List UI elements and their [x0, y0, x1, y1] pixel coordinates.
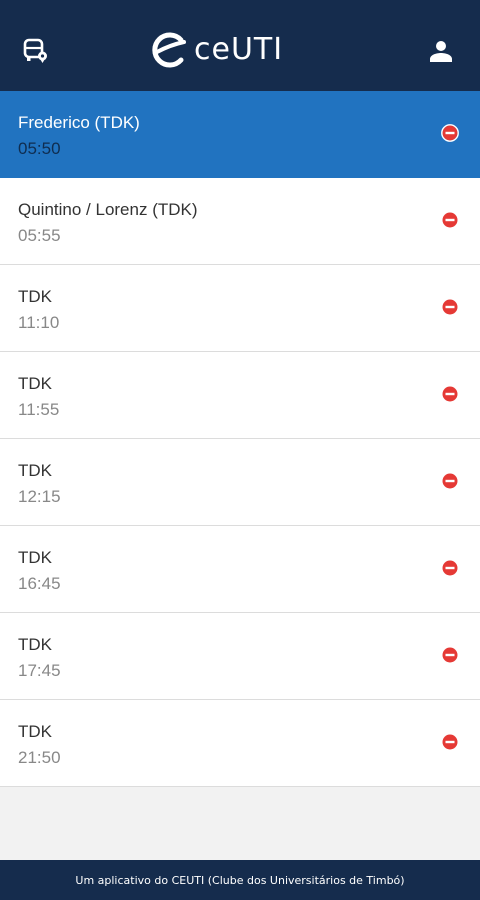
ceuti-logo-mark-icon — [152, 32, 186, 68]
brand-name: ceUTI — [194, 32, 284, 67]
trip-row[interactable]: Quintino / Lorenz (TDK) 05:55 — [0, 178, 480, 265]
remove-trip-button[interactable] — [441, 733, 459, 751]
remove-trip-button[interactable] — [441, 298, 459, 316]
trip-row[interactable]: TDK 12:15 — [0, 439, 480, 526]
trip-route: Quintino / Lorenz (TDK) — [18, 200, 198, 219]
trip-route: TDK — [18, 548, 52, 567]
bus-location-button[interactable] — [20, 35, 52, 67]
remove-trip-button[interactable] — [441, 559, 459, 577]
app-footer: Um aplicativo do CEUTI (Clube dos Univer… — [0, 860, 480, 900]
bus-marker-icon — [23, 38, 47, 63]
user-icon — [430, 41, 452, 62]
remove-circle-icon — [442, 386, 458, 402]
app-header: ceUTI — [0, 0, 480, 91]
trip-route: Frederico (TDK) — [18, 113, 140, 132]
trip-time: 12:15 — [18, 487, 61, 506]
trip-row[interactable]: TDK 16:45 — [0, 526, 480, 613]
remove-trip-button[interactable] — [441, 385, 459, 403]
trip-row[interactable]: Frederico (TDK) 05:50 — [0, 91, 480, 178]
remove-trip-button[interactable] — [441, 472, 459, 490]
remove-circle-icon — [441, 124, 459, 142]
trip-route: TDK — [18, 722, 52, 741]
remove-circle-icon — [442, 647, 458, 663]
trip-row[interactable]: TDK 11:55 — [0, 352, 480, 439]
trip-time: 11:55 — [18, 400, 60, 419]
remove-circle-icon — [442, 212, 458, 228]
app-screen: ceUTI Frederico (TDK) 05:50 Quintino / Lor… — [0, 0, 480, 900]
trip-time: 16:45 — [18, 574, 61, 593]
trip-row[interactable]: TDK 21:50 — [0, 700, 480, 787]
remove-circle-icon — [442, 734, 458, 750]
trip-time: 21:50 — [18, 748, 61, 767]
trip-route: TDK — [18, 461, 52, 480]
ceuti-logo: ceUTI — [148, 30, 283, 70]
remove-circle-icon — [442, 299, 458, 315]
footer-text: Um aplicativo do CEUTI (Clube dos Univer… — [75, 873, 405, 887]
profile-button[interactable] — [426, 36, 456, 66]
trip-route: TDK — [18, 374, 52, 393]
trip-time: 05:55 — [18, 226, 61, 245]
trip-time: 05:50 — [18, 139, 61, 158]
trip-row[interactable]: TDK 17:45 — [0, 613, 480, 700]
remove-circle-icon — [442, 560, 458, 576]
remove-trip-button[interactable] — [441, 646, 459, 664]
trip-row[interactable]: TDK 11:10 — [0, 265, 480, 352]
trip-time: 17:45 — [18, 661, 61, 680]
trip-time: 11:10 — [18, 313, 60, 332]
remove-trip-button[interactable] — [441, 211, 459, 229]
trip-route: TDK — [18, 635, 52, 654]
remove-trip-button[interactable] — [441, 124, 459, 142]
remove-circle-icon — [442, 473, 458, 489]
trip-route: TDK — [18, 287, 52, 306]
trip-list: Frederico (TDK) 05:50 Quintino / Lorenz (T… — [0, 91, 480, 787]
